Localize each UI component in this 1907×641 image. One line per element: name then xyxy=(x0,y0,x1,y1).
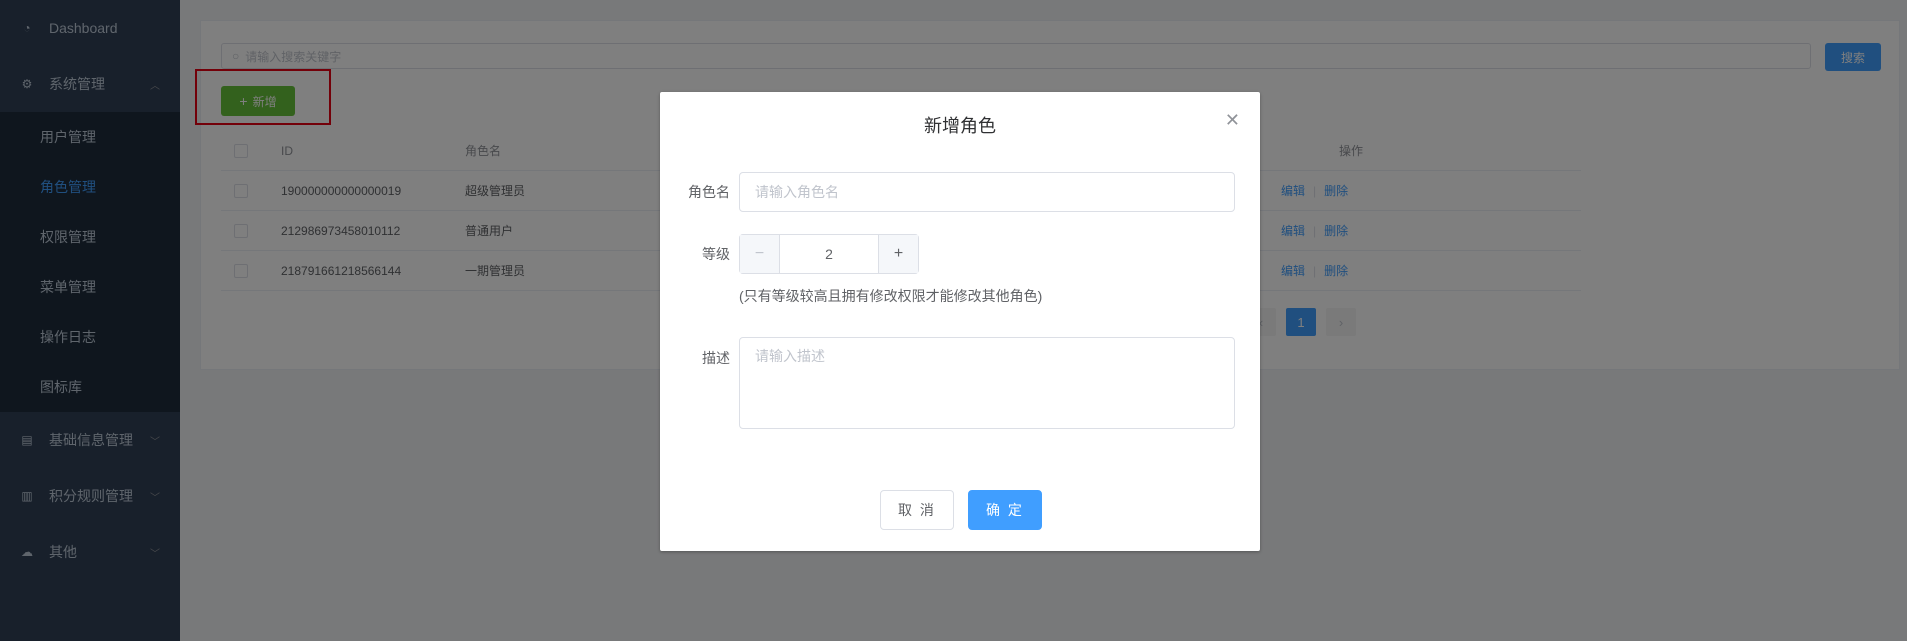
level-label: 等级 xyxy=(702,246,730,262)
cancel-button[interactable]: 取 消 xyxy=(880,490,954,530)
role-name-label: 角色名 xyxy=(688,184,730,200)
level-value[interactable]: 2 xyxy=(780,235,878,273)
increment-button[interactable]: + xyxy=(878,235,918,273)
level-stepper: − 2 + xyxy=(739,234,919,274)
add-role-dialog: 新增角色 ✕ 角色名 请输入角色名 等级 − 2 + (只有等级较高且拥有修改权… xyxy=(660,92,1260,551)
confirm-button[interactable]: 确 定 xyxy=(968,490,1042,530)
description-placeholder: 请输入描述 xyxy=(755,348,825,364)
description-label: 描述 xyxy=(702,350,730,366)
decrement-button[interactable]: − xyxy=(740,235,780,273)
level-hint: (只有等级较高且拥有修改权限才能修改其他角色) xyxy=(739,288,1043,304)
close-icon[interactable]: ✕ xyxy=(1225,110,1240,131)
description-field[interactable]: 请输入描述 xyxy=(739,337,1235,429)
role-name-field[interactable]: 请输入角色名 xyxy=(739,172,1235,212)
dialog-title: 新增角色 xyxy=(924,116,996,136)
role-name-placeholder: 请输入角色名 xyxy=(755,184,839,200)
